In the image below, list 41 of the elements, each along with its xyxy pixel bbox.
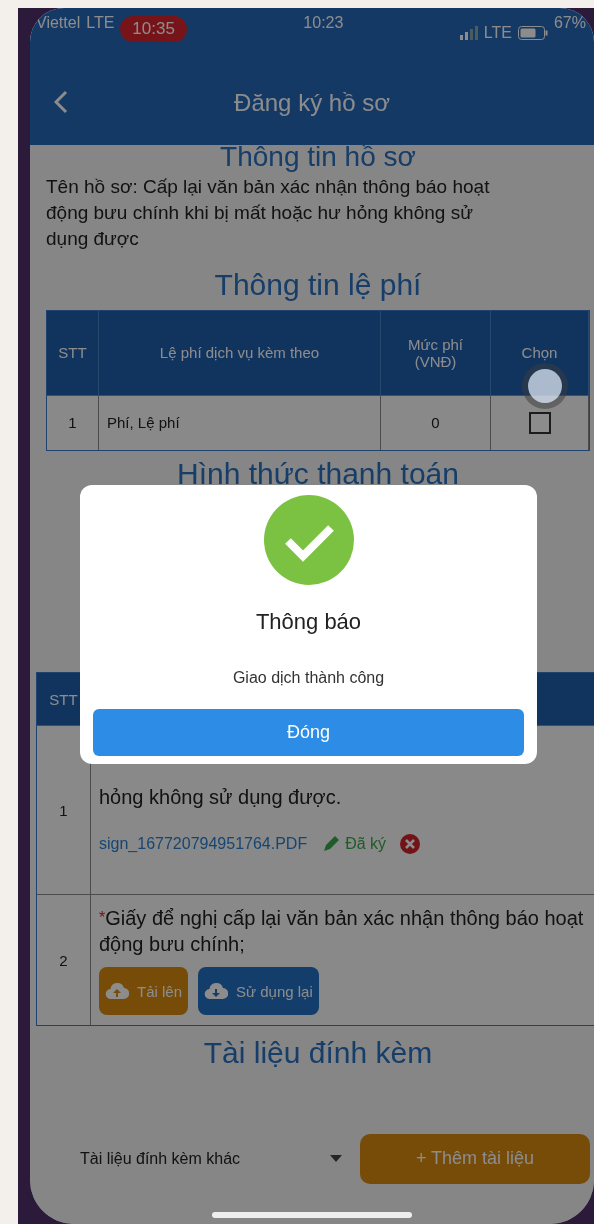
pen-icon — [321, 834, 342, 854]
network-label: LTE — [483, 24, 512, 42]
network-label: LTE — [86, 14, 115, 32]
battery-icon — [517, 26, 548, 40]
column-header: Lệ phí dịch vụ kèm theo — [99, 310, 381, 395]
document-name: *Giấy để nghị cấp lại văn bản xác nhận thông báo hoạt động bưu chính; — [99, 906, 585, 957]
section-heading: Thông tin hồ sơ — [219, 140, 417, 174]
section-heading: Hình thức thanh toán — [176, 455, 460, 492]
caret-icon — [330, 1155, 342, 1162]
success-check-icon — [263, 495, 354, 585]
reuse-button[interactable]: Sử dụng lại — [198, 967, 319, 1015]
clock: 10:23 — [303, 14, 344, 32]
column-header: STT — [47, 310, 99, 395]
add-document-button[interactable]: + Thêm tài liệu — [360, 1133, 590, 1184]
table-cell: 1 — [47, 394, 99, 450]
cloud-upload-icon — [105, 982, 129, 1000]
table-cell: Phí, Lệ phí — [99, 394, 381, 450]
close-button[interactable]: Đóng — [93, 709, 524, 756]
column-header: Mức phí (VNĐ) — [381, 310, 491, 395]
screen-title: Đăng ký hồ sơ — [234, 88, 390, 117]
remove-icon[interactable] — [400, 834, 421, 854]
back-icon — [54, 90, 68, 114]
cloud-download-icon — [204, 982, 229, 1000]
recording-time: 10:35 — [120, 16, 187, 42]
checkbox[interactable] — [528, 411, 551, 434]
attachment-type-select[interactable]: Tài liệu đính kèm khác — [80, 1149, 350, 1168]
column-header: Chọn — [491, 310, 589, 395]
section-heading: Thông tin lệ phí — [213, 267, 423, 303]
battery-percent: 67% — [553, 14, 586, 32]
file-link[interactable]: sign_167720794951764.PDF — [99, 835, 308, 853]
signal-icon — [459, 26, 478, 40]
document-name: hỏng không sử dụng được. — [99, 785, 343, 810]
table-cell: 2 — [37, 894, 91, 1025]
signed-status: Đã ký — [321, 834, 387, 854]
table-cell: 0 — [381, 394, 491, 450]
carrier-label: Viettel — [36, 14, 81, 32]
upload-button[interactable]: Tải lên — [99, 967, 189, 1015]
dialog-title: Thông báo — [255, 609, 362, 635]
section-heading: Tài liệu đính kèm — [202, 1035, 434, 1071]
dialog-message: Giao dịch thành công — [232, 669, 385, 687]
profile-name-text: Tên hồ sơ: Cấp lại văn bản xác nhận thông báo hoạt động bưu chính khi bị mất hoặc hư hỏng không sử dụng được — [46, 175, 491, 251]
